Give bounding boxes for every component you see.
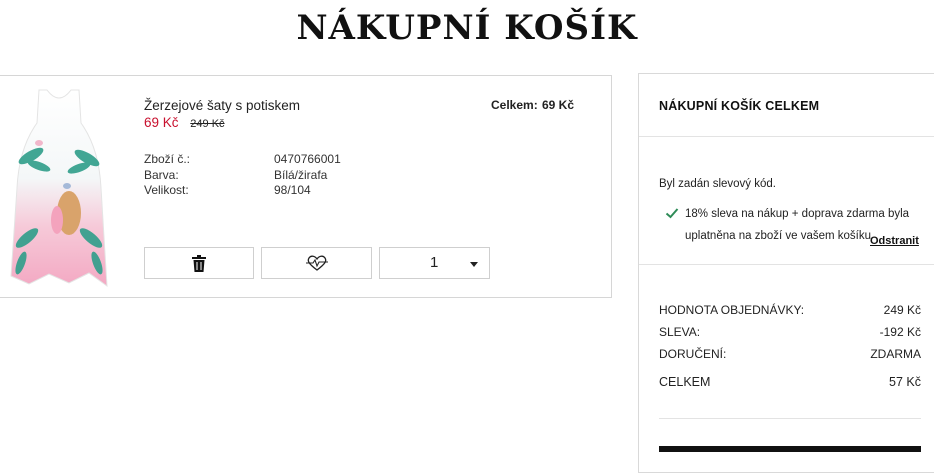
row-label: CELKEM (659, 375, 711, 389)
row-label: SLEVA: (659, 325, 701, 339)
price-current: 69 Kč (144, 115, 179, 130)
page-title: NÁKUPNÍ KOŠÍK (296, 8, 638, 48)
quantity-select[interactable]: 1 (379, 247, 490, 279)
product-image[interactable] (9, 88, 109, 288)
trash-icon (192, 254, 206, 272)
price-row: 69 Kč 249 Kč (144, 115, 225, 130)
summary-divider (639, 136, 934, 137)
summary-divider (639, 264, 934, 265)
cart-summary-panel: NÁKUPNÍ KOŠÍK CELKEM Byl zadán slevový k… (638, 73, 934, 473)
check-icon (665, 208, 679, 219)
row-value: 249 Kč (883, 303, 921, 317)
row-value: ZDARMA (870, 347, 921, 361)
detail-value: Bílá/žirafa (274, 167, 328, 182)
summary-divider (659, 418, 921, 419)
item-total-value: 69 Kč (542, 98, 575, 112)
heart-icon (305, 255, 328, 271)
row-label: DORUČENÍ: (659, 347, 727, 361)
checkout-button[interactable] (659, 446, 921, 452)
delete-button[interactable] (144, 247, 254, 279)
row-value: -192 Kč (879, 325, 921, 339)
row-value: 57 Kč (889, 375, 921, 389)
detail-label: Barva: (144, 167, 179, 182)
detail-value: 0470766001 (274, 152, 341, 166)
discount-info: Byl zadán slevový kód. (659, 178, 776, 190)
detail-value: 98/104 (274, 183, 311, 197)
row-label: HODNOTA OBJEDNÁVKY: (659, 303, 805, 317)
product-name[interactable]: Žerzejové šaty s potiskem (144, 98, 300, 113)
detail-row-color: Barva: Bílá/žirafa (144, 168, 341, 184)
price-original: 249 Kč (190, 118, 225, 130)
product-details: Zboží č.: 0470766001 Barva: Bílá/žirafa … (144, 152, 341, 199)
detail-row-article: Zboží č.: 0470766001 (144, 152, 341, 168)
detail-row-size: Velikost: 98/104 (144, 183, 341, 199)
detail-label: Velikost: (144, 183, 189, 197)
wishlist-button[interactable] (261, 247, 372, 279)
cart-item: Žerzejové šaty s potiskem 69 Kč 249 Kč C… (0, 75, 612, 298)
caret-down-icon (470, 262, 478, 267)
summary-title: NÁKUPNÍ KOŠÍK CELKEM (659, 99, 820, 113)
quantity-value: 1 (430, 254, 439, 271)
remove-discount-link[interactable]: Odstranit (870, 235, 919, 247)
item-total-label: Celkem: (491, 98, 538, 112)
detail-label: Zboží č.: (144, 152, 191, 166)
